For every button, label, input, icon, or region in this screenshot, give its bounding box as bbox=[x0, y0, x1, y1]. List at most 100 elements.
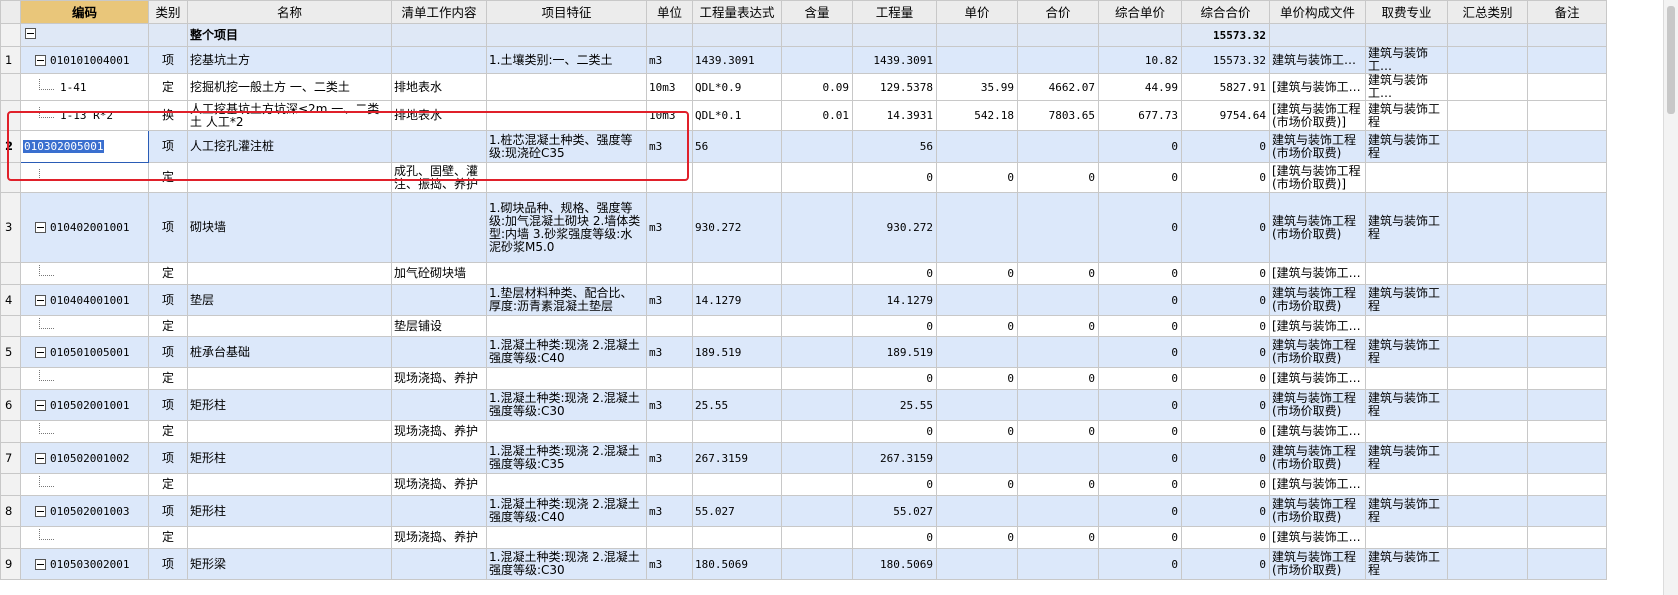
column-header-price-file[interactable]: 单价构成文件 bbox=[1269, 0, 1366, 24]
cell-expression[interactable] bbox=[692, 473, 782, 496]
cell-code[interactable] bbox=[20, 262, 149, 285]
cell-amount[interactable]: 0 bbox=[1017, 367, 1099, 390]
cell-type[interactable]: 项 bbox=[148, 389, 188, 421]
cell-unit[interactable]: m3 bbox=[646, 442, 693, 474]
cell-work-content[interactable]: 排地表水 bbox=[391, 73, 487, 101]
column-header-fee-specialty[interactable]: 取费专业 bbox=[1365, 0, 1448, 24]
cell-quantity[interactable]: 25.55 bbox=[852, 389, 937, 421]
cell-comprehensive-price[interactable]: 0 bbox=[1098, 420, 1182, 443]
cell-type[interactable]: 定 bbox=[148, 420, 188, 443]
cell-type[interactable]: 定 bbox=[148, 162, 188, 193]
cell-comprehensive-price[interactable]: 0 bbox=[1098, 336, 1182, 368]
cell-feature[interactable] bbox=[486, 100, 647, 131]
cell-code[interactable]: 010402001001 bbox=[20, 192, 149, 263]
cell-unit-price[interactable]: 0 bbox=[936, 162, 1018, 193]
cell-code[interactable] bbox=[20, 473, 149, 496]
cell-quantity[interactable]: 189.519 bbox=[852, 336, 937, 368]
cell-unit-price[interactable]: 0 bbox=[936, 420, 1018, 443]
cell-amount[interactable] bbox=[1017, 336, 1099, 368]
cell-remark[interactable] bbox=[1527, 548, 1607, 580]
cell-name[interactable]: 砌块墙 bbox=[187, 192, 392, 263]
cell-name[interactable]: 矩形梁 bbox=[187, 548, 392, 580]
quota-row[interactable]: 定垫层铺设 0 0 0 0 0 [建筑与装饰工… bbox=[0, 315, 1607, 337]
cell-comprehensive-amount[interactable]: 0 bbox=[1181, 420, 1270, 443]
cell-price-file[interactable]: [建筑与装饰工… bbox=[1269, 473, 1366, 496]
cell-comprehensive-price[interactable]: 0 bbox=[1098, 548, 1182, 580]
cell-price-file[interactable]: [建筑与装饰工… bbox=[1269, 420, 1366, 443]
cell-work-content[interactable] bbox=[391, 46, 487, 74]
cell-comprehensive-amount[interactable]: 0 bbox=[1181, 130, 1270, 163]
cell-amount[interactable] bbox=[1017, 548, 1099, 580]
cell-remark[interactable] bbox=[1527, 367, 1607, 390]
cell-unit-price[interactable] bbox=[936, 495, 1018, 527]
cell-fee-specialty[interactable]: 建筑与装饰工程 bbox=[1365, 130, 1448, 163]
cell-comprehensive-amount[interactable]: 9754.64 bbox=[1181, 100, 1270, 131]
cell-fee-specialty[interactable]: 建筑与装饰工程 bbox=[1365, 284, 1448, 316]
cell-feature[interactable] bbox=[486, 420, 647, 443]
cell-expression[interactable]: 180.5069 bbox=[692, 548, 782, 580]
cell-fee-specialty[interactable] bbox=[1365, 420, 1448, 443]
column-header-name[interactable]: 名称 bbox=[187, 0, 392, 24]
cell-amount[interactable]: 7803.65 bbox=[1017, 100, 1099, 131]
cell-remark[interactable] bbox=[1527, 389, 1607, 421]
cell-amount[interactable] bbox=[1017, 389, 1099, 421]
cell-comprehensive-price[interactable]: 0 bbox=[1098, 526, 1182, 549]
cell-content[interactable] bbox=[781, 336, 853, 368]
cell-remark[interactable] bbox=[1527, 130, 1607, 163]
cell-quantity[interactable]: 55.027 bbox=[852, 495, 937, 527]
cell-work-content[interactable]: 现场浇捣、养护 bbox=[391, 473, 487, 496]
cell-work-content[interactable]: 垫层铺设 bbox=[391, 315, 487, 337]
cell-quantity[interactable]: 129.5378 bbox=[852, 73, 937, 101]
cell-code[interactable]: 010501005001 bbox=[20, 336, 149, 368]
cell-expression[interactable] bbox=[692, 420, 782, 443]
cell-code[interactable]: 1-41 bbox=[20, 73, 149, 101]
cell-content[interactable] bbox=[781, 526, 853, 549]
cell-summary-category[interactable] bbox=[1447, 548, 1528, 580]
cell-comprehensive-price[interactable]: 0 bbox=[1098, 192, 1182, 263]
cell-name[interactable] bbox=[187, 473, 392, 496]
cell-unit-price[interactable] bbox=[936, 336, 1018, 368]
cell-work-content[interactable] bbox=[391, 192, 487, 263]
quota-row[interactable]: 定现场浇捣、养护 0 0 0 0 0 [建筑与装饰工… bbox=[0, 526, 1607, 549]
collapse-icon[interactable] bbox=[35, 505, 46, 517]
cell-unit[interactable]: m3 bbox=[646, 46, 693, 74]
collapse-icon[interactable] bbox=[35, 54, 46, 66]
cell-code[interactable] bbox=[20, 420, 149, 443]
cell-comprehensive-amount[interactable]: 0 bbox=[1181, 389, 1270, 421]
cell-unit[interactable] bbox=[646, 526, 693, 549]
cell-unit[interactable]: m3 bbox=[646, 284, 693, 316]
cell-summary-category[interactable] bbox=[1447, 73, 1528, 101]
cell-summary-category[interactable] bbox=[1447, 367, 1528, 390]
bill-item-row[interactable]: 9 010503002001 项矩形梁 1.混凝土种类:现浇 2.混凝土强度等级:C3… bbox=[0, 548, 1607, 580]
column-header-comprehensive-price[interactable]: 综合单价 bbox=[1098, 0, 1182, 24]
collapse-icon[interactable] bbox=[35, 294, 46, 306]
bill-item-row[interactable]: 5 010501005001 项桩承台基础 1.混凝土种类:现浇 2.混凝土强度等级:… bbox=[0, 336, 1607, 368]
cell-code[interactable] bbox=[20, 526, 149, 549]
cell-comprehensive-price[interactable]: 10.82 bbox=[1098, 46, 1182, 74]
cell-fee-specialty[interactable] bbox=[1365, 473, 1448, 496]
cell-comprehensive-price[interactable]: 0 bbox=[1098, 442, 1182, 474]
cell-code[interactable]: 010101004001 bbox=[20, 46, 149, 74]
cell-comprehensive-price[interactable]: 0 bbox=[1098, 162, 1182, 193]
column-header-remark[interactable]: 备注 bbox=[1527, 0, 1607, 24]
cell-quantity[interactable]: 0 bbox=[852, 526, 937, 549]
cell-summary-category[interactable] bbox=[1447, 130, 1528, 163]
column-header-quantity[interactable]: 工程量 bbox=[852, 0, 937, 24]
column-header-expression[interactable]: 工程量表达式 bbox=[692, 0, 782, 24]
cell-name[interactable]: 挖基坑土方 bbox=[187, 46, 392, 74]
cell-type[interactable]: 项 bbox=[148, 548, 188, 580]
cell-unit[interactable]: m3 bbox=[646, 336, 693, 368]
cell-amount[interactable]: 0 bbox=[1017, 315, 1099, 337]
cell-comprehensive-amount[interactable]: 0 bbox=[1181, 495, 1270, 527]
cell-work-content[interactable]: 现场浇捣、养护 bbox=[391, 420, 487, 443]
cell-feature[interactable] bbox=[486, 315, 647, 337]
cell-name[interactable]: 矩形柱 bbox=[187, 495, 392, 527]
cell-quantity[interactable]: 180.5069 bbox=[852, 548, 937, 580]
cell-name[interactable]: 人工挖基坑土方坑深≤2m 一、二类土 人工*2 bbox=[187, 100, 392, 131]
bill-item-row[interactable]: 6 010502001001 项矩形柱 1.混凝土种类:现浇 2.混凝土强度等级:C3… bbox=[0, 389, 1607, 421]
quota-row[interactable]: 定现场浇捣、养护 0 0 0 0 0 [建筑与装饰工… bbox=[0, 420, 1607, 443]
cell-fee-specialty[interactable] bbox=[1365, 526, 1448, 549]
cell-remark[interactable] bbox=[1527, 192, 1607, 263]
cell-code[interactable] bbox=[20, 315, 149, 337]
cell-summary-category[interactable] bbox=[1447, 100, 1528, 131]
